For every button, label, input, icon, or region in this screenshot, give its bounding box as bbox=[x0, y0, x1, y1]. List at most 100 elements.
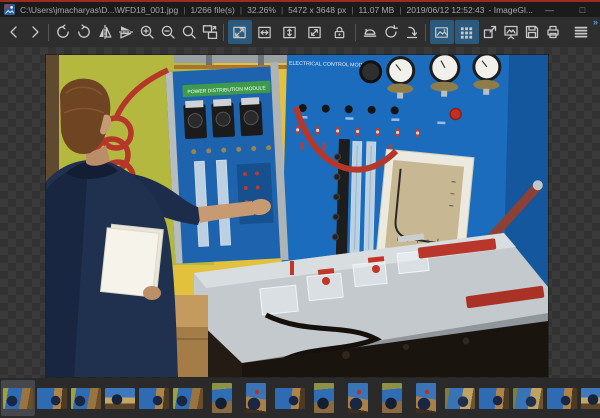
chevron-left-icon bbox=[6, 24, 22, 40]
title-bar[interactable]: C:\Users\jmacharyas\D...\WFD18_001.jpg |… bbox=[0, 0, 600, 17]
slideshow-screen-icon bbox=[503, 24, 519, 40]
thumbnail-cell[interactable] bbox=[341, 380, 375, 416]
title-file-datetime: 2019/06/12 12:52:43 bbox=[407, 5, 485, 15]
title-image-dimensions: 5472 x 3648 px bbox=[288, 5, 346, 15]
title-separator: | bbox=[351, 5, 353, 15]
projector-icon bbox=[362, 24, 378, 40]
thumbnail[interactable] bbox=[348, 383, 368, 413]
thumbnail[interactable] bbox=[382, 383, 402, 413]
thumbnail[interactable] bbox=[212, 383, 232, 413]
toolbar-overflow-chevron[interactable]: » bbox=[593, 17, 597, 27]
thumbnail[interactable] bbox=[445, 388, 475, 409]
thumbnail-cell[interactable] bbox=[137, 380, 171, 416]
scale-to-fit-icon bbox=[307, 25, 322, 40]
toolbar-separator bbox=[355, 24, 356, 41]
toolbar-separator bbox=[425, 24, 426, 41]
thumbnail[interactable] bbox=[547, 388, 577, 409]
thumbnail[interactable] bbox=[314, 383, 334, 413]
thumbnail-bar-button[interactable] bbox=[455, 20, 479, 44]
save-icon bbox=[524, 24, 540, 40]
chevron-right-icon bbox=[27, 24, 43, 40]
photo-canvas[interactable]: ELECTRICAL CONTROL MODULE bbox=[46, 55, 548, 377]
thumbnail[interactable] bbox=[416, 383, 436, 413]
thumbnail-cell[interactable] bbox=[511, 380, 545, 416]
rotate-right-icon bbox=[76, 24, 92, 40]
menu-icon bbox=[573, 24, 589, 40]
zoom-in-icon bbox=[139, 24, 155, 40]
thumbnail[interactable] bbox=[581, 388, 600, 409]
slideshow-button[interactable] bbox=[501, 20, 521, 44]
projector-button[interactable] bbox=[360, 20, 380, 44]
thumbnail-cell[interactable] bbox=[443, 380, 477, 416]
full-screen-button[interactable] bbox=[480, 20, 500, 44]
flip-vertical-button[interactable] bbox=[116, 20, 136, 44]
thumbnail[interactable] bbox=[37, 388, 67, 409]
checkerboard-button[interactable] bbox=[430, 20, 454, 44]
thumbnail-cell[interactable] bbox=[205, 380, 239, 416]
refresh-button[interactable] bbox=[381, 20, 401, 44]
goto-image-button[interactable] bbox=[402, 20, 422, 44]
rotate-left-icon bbox=[55, 24, 71, 40]
thumbnail[interactable] bbox=[246, 383, 266, 413]
maximize-button[interactable]: □ bbox=[566, 2, 599, 17]
thumbnail-cell[interactable] bbox=[545, 380, 579, 416]
thumbnail-cell[interactable] bbox=[375, 380, 409, 416]
zoom-in-button[interactable] bbox=[137, 20, 157, 44]
zoom-out-icon bbox=[160, 24, 176, 40]
minimize-button[interactable]: — bbox=[533, 2, 566, 17]
thumbnail[interactable] bbox=[139, 388, 169, 409]
window-fit-icon bbox=[202, 24, 218, 40]
auto-zoom-button[interactable] bbox=[228, 20, 252, 44]
image-viewport[interactable]: ELECTRICAL CONTROL MODULE bbox=[0, 47, 600, 378]
title-file-path: C:\Users\jmacharyas\D...\WFD18_001.jpg bbox=[20, 5, 178, 15]
window-fit-button[interactable] bbox=[200, 20, 220, 44]
actual-size-button[interactable] bbox=[179, 20, 199, 44]
toolbar: » bbox=[0, 17, 600, 47]
thumbnail-cell[interactable] bbox=[273, 380, 307, 416]
thumbnail[interactable] bbox=[173, 388, 203, 409]
thumbnail[interactable] bbox=[479, 388, 509, 409]
checkerboard-icon bbox=[434, 25, 449, 40]
menu-button[interactable] bbox=[571, 20, 591, 44]
title-separator: | bbox=[183, 5, 185, 15]
title-app-name: - ImageGl... bbox=[489, 5, 533, 15]
thumbnail[interactable] bbox=[71, 388, 101, 409]
thumbnail-cell[interactable] bbox=[1, 380, 35, 416]
next-image-button[interactable] bbox=[25, 20, 45, 44]
window-controls: — □ × bbox=[533, 2, 600, 17]
zoom-out-button[interactable] bbox=[158, 20, 178, 44]
rotate-left-button[interactable] bbox=[53, 20, 73, 44]
thumbnail-cell[interactable] bbox=[477, 380, 511, 416]
thumbnail-cell[interactable] bbox=[103, 380, 137, 416]
scale-to-height-button[interactable] bbox=[278, 20, 302, 44]
app-logo-icon bbox=[4, 4, 15, 15]
save-button[interactable] bbox=[522, 20, 542, 44]
thumbnail-cell[interactable] bbox=[579, 380, 600, 416]
flip-vertical-icon bbox=[118, 24, 134, 40]
scale-to-height-icon bbox=[282, 25, 297, 40]
title-separator: | bbox=[281, 5, 283, 15]
thumbnail-cell[interactable] bbox=[409, 380, 443, 416]
thumbnail[interactable] bbox=[105, 388, 135, 409]
thumbnail[interactable] bbox=[275, 388, 305, 409]
print-button[interactable] bbox=[543, 20, 563, 44]
thumbnail-cell[interactable] bbox=[171, 380, 205, 416]
thumbnail-cell[interactable] bbox=[239, 380, 273, 416]
scale-to-width-button[interactable] bbox=[253, 20, 277, 44]
thumbnail-cell[interactable] bbox=[307, 380, 341, 416]
lock-zoom-button[interactable] bbox=[328, 20, 352, 44]
thumbnail-strip[interactable] bbox=[0, 378, 600, 418]
goto-image-icon bbox=[404, 24, 420, 40]
previous-image-button[interactable] bbox=[4, 20, 24, 44]
thumbnail-cell[interactable] bbox=[69, 380, 103, 416]
thumbnail-cell[interactable] bbox=[35, 380, 69, 416]
thumbnail[interactable] bbox=[3, 388, 33, 409]
flip-horizontal-button[interactable] bbox=[95, 20, 115, 44]
thumbnail-grid-icon bbox=[459, 25, 474, 40]
scale-to-fit-button[interactable] bbox=[303, 20, 327, 44]
thumbnail[interactable] bbox=[513, 388, 543, 409]
refresh-icon bbox=[383, 24, 399, 40]
toolbar-separator bbox=[48, 24, 49, 41]
auto-zoom-icon bbox=[232, 25, 247, 40]
rotate-right-button[interactable] bbox=[74, 20, 94, 44]
